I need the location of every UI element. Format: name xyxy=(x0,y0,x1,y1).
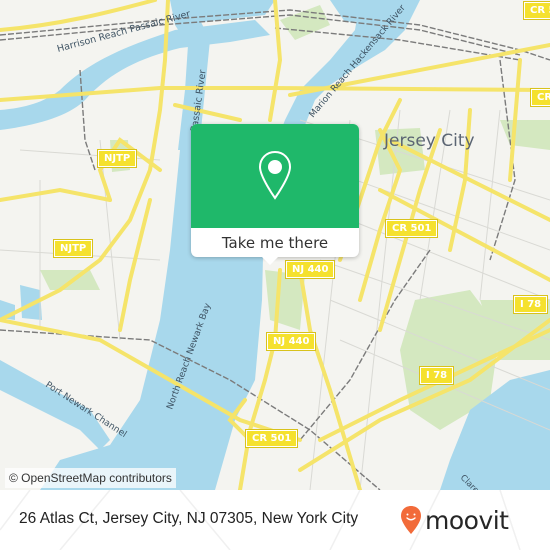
moovit-wordmark: moovit xyxy=(425,505,509,535)
njtp-shield-lower: NJTP xyxy=(52,239,94,258)
map-canvas[interactable]: Harrison Reach Passaic River Passaic Riv… xyxy=(0,0,550,490)
popup-header xyxy=(191,124,359,228)
moovit-logo[interactable]: moovit xyxy=(400,503,509,537)
address-text: 26 Atlas Ct, Jersey City, NJ 07305, New … xyxy=(19,510,359,527)
njtp-shield-upper: NJTP xyxy=(96,149,138,168)
map-attribution[interactable]: © OpenStreetMap contributors xyxy=(5,468,176,488)
footer-bar: 26 Atlas Ct, Jersey City, NJ 07305, New … xyxy=(0,490,550,550)
i78-shield-right: I 78 xyxy=(512,295,549,314)
popup-pointer xyxy=(261,256,279,265)
city-label: Jersey City xyxy=(384,131,475,151)
cr501-shield-top-right: CR 5 xyxy=(522,1,550,20)
nj440-shield-lower: NJ 440 xyxy=(265,332,317,351)
i78-shield-lower: I 78 xyxy=(418,366,455,385)
location-pin-icon xyxy=(258,150,292,200)
cr501-shield-bottom: CR 501 xyxy=(244,429,299,448)
take-me-there-button[interactable]: Take me there xyxy=(191,228,359,257)
map-widget: Harrison Reach Passaic River Passaic Riv… xyxy=(0,0,550,550)
cr501-shield-right: CR xyxy=(529,88,550,107)
cr501-shield-mid: CR 501 xyxy=(384,219,439,238)
location-popup: Take me there xyxy=(191,124,359,265)
moovit-pin-icon xyxy=(401,506,421,534)
nj440-shield-upper: NJ 440 xyxy=(284,260,336,279)
